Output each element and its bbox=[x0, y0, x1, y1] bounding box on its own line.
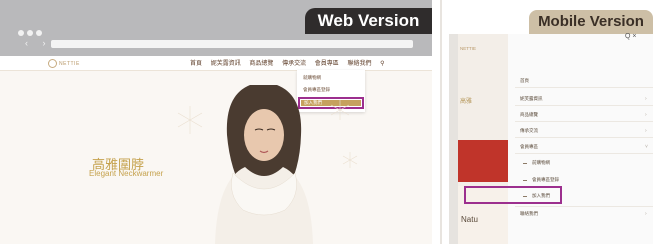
nav-item-exchange[interactable]: 傳承交流 bbox=[282, 61, 306, 67]
menu-divider bbox=[515, 137, 653, 138]
menu-divider bbox=[515, 206, 653, 207]
logo-mark-icon bbox=[48, 59, 57, 68]
mobile-menu-contact[interactable]: 聯絡我們 bbox=[520, 211, 538, 217]
model-image bbox=[215, 85, 313, 244]
chevron-right-icon[interactable]: › bbox=[645, 96, 647, 102]
nav-item-info[interactable]: 妮芙露資訊 bbox=[211, 61, 241, 67]
nav-item-members[interactable]: 會員專區 bbox=[315, 61, 339, 67]
mobile-highlight-box bbox=[464, 186, 562, 204]
logo-text: NETTIE bbox=[59, 60, 80, 67]
window-dot[interactable] bbox=[27, 30, 33, 36]
menu-divider bbox=[515, 121, 653, 122]
menu-divider bbox=[515, 105, 653, 106]
panel-divider bbox=[440, 0, 442, 244]
hero-subtitle: Elegant Neckwarmer bbox=[89, 169, 164, 178]
nav-item-home[interactable]: 首頁 bbox=[190, 61, 202, 67]
menu-divider bbox=[515, 87, 653, 88]
submenu-dash bbox=[523, 180, 527, 181]
main-nav: 首頁 妮芙露資訊 商品總覽 傳承交流 會員專區 聯絡我們 ⚲ bbox=[190, 58, 392, 67]
mobile-submenu-shop[interactable]: 前購物網 bbox=[532, 160, 550, 166]
url-bar[interactable] bbox=[51, 40, 413, 48]
site-logo[interactable]: NETTIE bbox=[48, 59, 80, 68]
window-dot[interactable] bbox=[36, 30, 42, 36]
nav-item-contact[interactable]: 聯絡我們 bbox=[347, 61, 371, 67]
chevron-right-icon[interactable]: › bbox=[645, 112, 647, 118]
mobile-menu-items: 首頁 妮芙露資訊 › 商品總覽 › 傳承交流 › 會員專區 ˅ 前購物網 會員專… bbox=[449, 0, 653, 244]
mobile-menu-info[interactable]: 妮芙露資訊 bbox=[520, 96, 543, 102]
mobile-menu-products[interactable]: 商品總覽 bbox=[520, 112, 538, 118]
submenu-dash bbox=[523, 163, 527, 164]
chevron-right-icon[interactable]: › bbox=[645, 211, 647, 217]
chevron-right-icon[interactable]: › bbox=[645, 128, 647, 134]
mobile-menu-exchange[interactable]: 傳承交流 bbox=[520, 128, 538, 134]
web-version-tag: Web Version bbox=[305, 8, 432, 34]
mobile-menu-home[interactable]: 首頁 bbox=[520, 78, 529, 84]
nav-item-products[interactable]: 商品總覽 bbox=[249, 61, 273, 67]
chevron-down-icon[interactable]: ˅ bbox=[645, 144, 648, 150]
mobile-menu-members[interactable]: 會員專區 bbox=[520, 144, 538, 150]
search-icon[interactable]: ⚲ bbox=[380, 61, 384, 67]
mobile-submenu-login[interactable]: 會員專區登錄 bbox=[532, 177, 559, 183]
menu-divider bbox=[515, 153, 653, 154]
web-version-panel: ‹ › Web Version NETTIE 首頁 妮芙露資訊 商品總覽 傳承交… bbox=[0, 0, 432, 244]
window-dot[interactable] bbox=[18, 30, 24, 36]
nav-arrows-icon[interactable]: ‹ › bbox=[25, 38, 52, 48]
